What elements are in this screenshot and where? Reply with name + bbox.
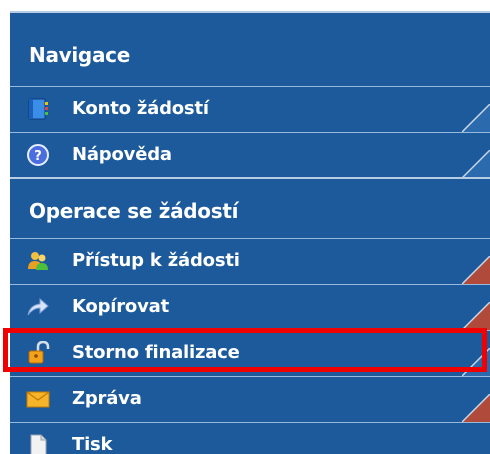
corner-decoration	[462, 104, 490, 132]
corner-decoration	[462, 348, 490, 376]
menu-item-label: Přístup k žádosti	[72, 250, 240, 271]
corner-decoration	[462, 150, 490, 178]
help-icon: ?	[26, 143, 50, 167]
action-sidebar: Navigace Konto žádostí ? Nápověda Operac…	[10, 11, 490, 454]
corner-decoration	[462, 394, 490, 422]
menu-item-label: Zpráva	[72, 388, 142, 409]
menu-item-label: Kopírovat	[72, 296, 169, 317]
document-icon	[26, 433, 50, 454]
menu-item-napoveda[interactable]: ? Nápověda	[10, 133, 490, 178]
menu-item-zprava[interactable]: Zpráva	[10, 377, 490, 422]
envelope-icon	[26, 387, 50, 411]
menu-item-label: Storno finalizace	[72, 342, 240, 363]
menu-item-kopirovat[interactable]: Kopírovat	[10, 285, 490, 330]
menu-item-tisk[interactable]: Tisk	[10, 423, 490, 454]
menu-item-label: Nápověda	[72, 144, 172, 165]
menu-item-label: Tisk	[72, 434, 113, 454]
menu-item-pristup-k-zadosti[interactable]: Přístup k žádosti	[10, 239, 490, 284]
menu-item-konto-zadosti[interactable]: Konto žádostí	[10, 87, 490, 132]
menu-item-storno-finalizace[interactable]: Storno finalizace	[10, 331, 490, 376]
users-icon	[26, 249, 50, 273]
notebook-icon	[26, 97, 50, 121]
section-heading-navigace: Navigace	[29, 43, 130, 67]
arrow-forward-icon	[26, 295, 50, 319]
corner-decoration	[462, 256, 490, 284]
unlock-icon	[26, 340, 50, 365]
separator	[10, 11, 490, 13]
svg-text:?: ?	[34, 149, 42, 164]
menu-item-label: Konto žádostí	[72, 98, 209, 119]
corner-decoration	[462, 302, 490, 330]
separator	[10, 177, 490, 179]
section-heading-operace: Operace se žádostí	[29, 199, 239, 223]
